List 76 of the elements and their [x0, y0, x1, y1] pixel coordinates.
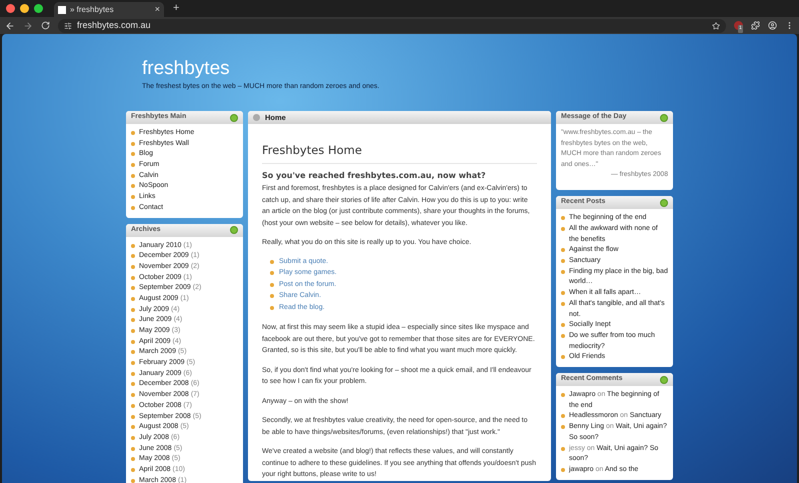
- bullet-icon: [561, 226, 565, 231]
- bullet-icon: [131, 329, 135, 333]
- bullet-icon: [131, 142, 135, 146]
- bullet-icon: [561, 302, 565, 306]
- section-heading: So you've reached freshbytes.com.au, now what?: [262, 170, 487, 182]
- bullet-icon: [561, 259, 565, 263]
- forward-icon[interactable]: [23, 20, 33, 30]
- bullet-icon: [131, 206, 135, 210]
- address-bar[interactable]: freshbytes.com.au: [58, 18, 726, 32]
- bullet-icon: [561, 446, 565, 451]
- bullet-icon: [131, 152, 135, 156]
- bullet-icon: [561, 248, 565, 252]
- bullet-icon: [131, 184, 135, 188]
- tab-close-button[interactable]: ×: [154, 2, 160, 16]
- extensions-icon[interactable]: [751, 21, 760, 30]
- reload-icon[interactable]: [41, 21, 50, 30]
- bullet-icon: [270, 260, 274, 264]
- bullet-icon: [131, 478, 135, 483]
- bullet-icon: [131, 436, 135, 440]
- minimize-window-icon[interactable]: [20, 4, 29, 13]
- bullet-icon: [131, 131, 135, 135]
- site-title: freshbytes: [142, 58, 231, 80]
- close-window-icon[interactable]: [6, 4, 15, 13]
- site-settings-icon[interactable]: [64, 22, 72, 30]
- bullet-icon: [131, 286, 135, 290]
- bullet-icon: [131, 276, 135, 280]
- bullet-icon: [131, 174, 135, 178]
- toggle-icon[interactable]: [660, 198, 668, 207]
- toggle-icon[interactable]: [660, 114, 668, 122]
- bullet-icon: [561, 334, 565, 338]
- bullet-icon: [270, 294, 274, 298]
- back-icon[interactable]: [5, 20, 15, 30]
- bullet-icon: [131, 468, 135, 472]
- bullet-icon: [131, 163, 135, 168]
- bullet-icon: [131, 446, 135, 451]
- toggle-icon[interactable]: [660, 376, 668, 384]
- bullet-icon: [131, 318, 135, 322]
- bullet-icon: [561, 291, 565, 296]
- bullet-icon: [131, 414, 135, 418]
- bullet-icon: [561, 414, 565, 418]
- bullet-icon: [270, 282, 274, 287]
- bullet-icon: [131, 457, 135, 462]
- bullet-icon: [561, 425, 565, 430]
- bullet-icon: [131, 296, 135, 301]
- bookmark-star-icon[interactable]: [712, 22, 720, 30]
- bullet-icon: [561, 270, 565, 274]
- bullet-icon: [131, 361, 135, 366]
- bullet-icon: [131, 393, 135, 398]
- bullet-icon: [131, 404, 135, 408]
- page-heading: Freshbytes Home: [262, 142, 537, 164]
- new-tab-button[interactable]: +: [173, 0, 180, 17]
- bullet-icon: [270, 306, 274, 310]
- browser-tab[interactable]: » freshbytes ×: [54, 2, 164, 17]
- bullet-icon: [131, 372, 135, 376]
- bullet-icon: [131, 340, 135, 344]
- favicon-icon: [58, 6, 66, 14]
- tab-title: » freshbytes: [70, 4, 115, 16]
- bullet-icon: [131, 382, 135, 386]
- toggle-icon[interactable]: [230, 226, 238, 234]
- bullet-icon: [561, 323, 565, 328]
- bullet-icon: [131, 350, 135, 354]
- toggle-icon[interactable]: [230, 114, 238, 122]
- bullet-icon: [561, 355, 565, 360]
- url-text: freshbytes.com.au: [77, 18, 152, 32]
- bullet-icon: [131, 308, 135, 312]
- bullet-icon: [131, 254, 135, 258]
- bullet-icon: [131, 264, 135, 269]
- profile-icon[interactable]: [768, 21, 777, 30]
- bullet-icon: [561, 216, 565, 220]
- bullet-icon: [561, 393, 565, 398]
- bullet-icon: [131, 425, 135, 430]
- bullet-icon: [131, 244, 135, 248]
- bullet-icon: [561, 468, 565, 472]
- bullet-icon: [131, 195, 135, 200]
- maximize-window-icon[interactable]: [34, 4, 43, 13]
- bullet-icon: [270, 271, 274, 276]
